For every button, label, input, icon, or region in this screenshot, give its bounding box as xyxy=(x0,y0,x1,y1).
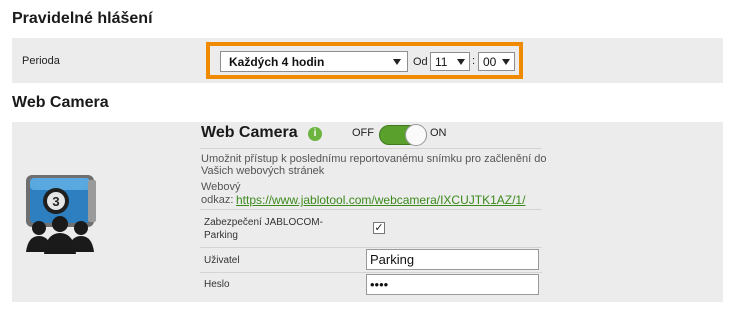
checkmark-icon: ✓ xyxy=(374,222,384,234)
user-input[interactable]: Parking xyxy=(366,249,539,270)
webcam-group-icon: 3 xyxy=(22,172,98,254)
row-divider-1 xyxy=(200,247,542,248)
section-title-web-camera: Web Camera xyxy=(12,94,109,111)
period-select[interactable]: Každých 4 hodin xyxy=(220,51,408,72)
password-label: Heslo xyxy=(204,279,230,290)
chevron-down-icon xyxy=(502,59,510,65)
toggle-knob xyxy=(405,124,427,146)
hour-select-value: 11 xyxy=(435,55,448,69)
web-camera-card-title: Web Camera xyxy=(201,124,298,141)
security-checkbox[interactable]: ✓ xyxy=(373,222,385,234)
link-label-line-2: odkaz: xyxy=(201,194,234,206)
toggle-off-label: OFF xyxy=(352,127,374,139)
chevron-down-icon xyxy=(393,59,401,65)
description-line-1: Umožnit přístup k poslednímu reportované… xyxy=(201,153,547,165)
minute-select[interactable]: 00 xyxy=(478,52,515,71)
period-select-value: Každých 4 hodin xyxy=(229,55,325,69)
from-label: Od xyxy=(413,56,428,68)
webcamera-link[interactable]: https://www.jablotool.com/webcamera/IXCU… xyxy=(236,193,525,207)
minute-select-value: 00 xyxy=(483,55,497,69)
link-label-line-1: Webový xyxy=(201,181,241,193)
card-divider xyxy=(200,148,542,149)
user-label: Uživatel xyxy=(204,255,240,266)
period-label: Perioda xyxy=(22,55,60,67)
card-divider-2 xyxy=(200,209,542,210)
security-label-line-2: Parking xyxy=(204,230,238,241)
info-icon[interactable]: i xyxy=(308,127,322,141)
section-title-periodic-report: Pravidelné hlášení xyxy=(12,10,153,27)
row-divider-2 xyxy=(200,272,542,273)
time-colon: : xyxy=(472,55,476,67)
hour-select[interactable]: 11 xyxy=(430,52,470,71)
password-input[interactable]: •••• xyxy=(366,274,539,295)
webcam-badge-text: 3 xyxy=(52,194,59,209)
web-camera-toggle[interactable] xyxy=(379,124,427,146)
chevron-down-icon xyxy=(457,59,465,65)
security-label-line-1: Zabezpečení JABLOCOM- xyxy=(204,217,323,228)
description-line-2: Vašich webových stránek xyxy=(201,165,325,177)
toggle-on-label: ON xyxy=(430,127,447,139)
